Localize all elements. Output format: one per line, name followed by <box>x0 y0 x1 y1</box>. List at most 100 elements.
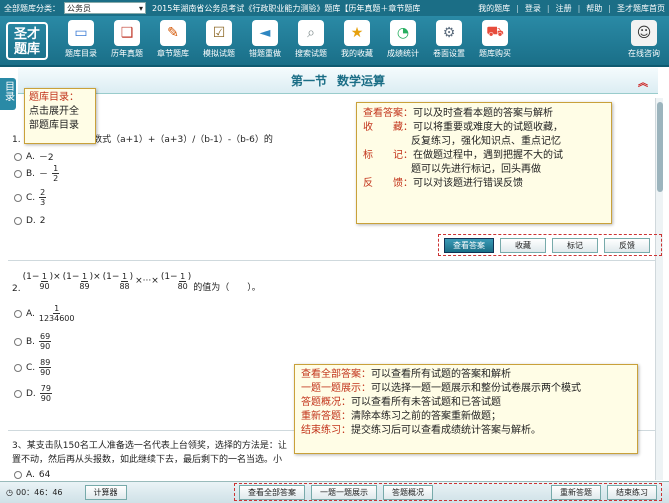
q2-term-last: (1− 1 80) <box>160 271 192 291</box>
option-letter: B. <box>26 168 36 179</box>
toolbar-item-5[interactable]: ⌕ 搜索试题 <box>288 20 334 64</box>
callout-row: 收 藏：可以将重要或难度大的试题收藏， <box>363 121 605 135</box>
q1-option-b[interactable]: B. － 12 <box>14 164 60 183</box>
toolbar-item-4[interactable]: ◄ 错题重做 <box>242 20 288 64</box>
callout-value: 可以将重要或难度大的试题收藏， <box>413 122 563 133</box>
breadcrumb: 2015年湖南省公务员考试《行政职业能力测验》题库【历年真题＋章节题库 <box>152 3 421 13</box>
q3-option-a[interactable]: A. 64 <box>14 470 50 480</box>
mark-button[interactable]: 标记 <box>552 237 598 253</box>
callout-row: 反复练习，强化知识点、重点记忆 <box>363 135 605 149</box>
separator: | <box>577 3 581 13</box>
option-fraction: 89 90 <box>39 358 52 377</box>
favorite-button[interactable]: 收藏 <box>500 237 546 253</box>
online-consult-label: 在线咨询 <box>628 49 660 58</box>
link-login[interactable]: 登录 <box>525 3 541 14</box>
callout-value: 提交练习后可以查看成绩统计答案与解析。 <box>351 425 541 436</box>
monitor-icon: ▭ <box>68 20 94 46</box>
category-select[interactable]: 公务员 ▾ <box>64 2 146 14</box>
toolbar-item-6[interactable]: ★ 我的收藏 <box>334 20 380 64</box>
radio-button[interactable] <box>14 389 22 398</box>
link-register[interactable]: 注册 <box>556 3 572 14</box>
calculator-button[interactable]: 计算器 <box>84 485 127 500</box>
option-value: 64 <box>38 470 51 480</box>
logo-line2: 题库 <box>13 42 40 57</box>
numerator: 69 <box>39 332 52 342</box>
finish-button[interactable]: 结束练习 <box>607 484 657 500</box>
redo-button[interactable]: 重新答题 <box>551 484 601 500</box>
toolbar-item-3[interactable]: ☑ 模拟试题 <box>196 20 242 64</box>
callout-value: 可以查看所有未答试题和已答试题 <box>351 397 501 408</box>
section-title-bar: 第一节 数学运算 ︽ <box>18 68 658 94</box>
q2-option-c[interactable]: C. 89 90 <box>14 358 52 377</box>
link-help[interactable]: 帮助 <box>586 3 602 14</box>
q2-option-d[interactable]: D. 79 90 <box>14 384 52 403</box>
toolbar-item-2[interactable]: ✎ 章节题库 <box>150 20 196 64</box>
denominator: 90 <box>40 368 51 377</box>
toolbar-item-7[interactable]: ◔ 成绩统计 <box>380 20 426 64</box>
q2-option-a[interactable]: A. 1 1234600 <box>14 304 75 323</box>
toolbar-item-label: 题库购买 <box>479 49 511 58</box>
section-number: 第一节 <box>290 74 327 88</box>
q2-ellipsis: ×···× <box>135 276 159 286</box>
toolbar-item-9[interactable]: ⛟ 题库购买 <box>472 20 518 64</box>
radio-button[interactable] <box>14 309 22 318</box>
callout-key: 收 藏： <box>363 122 413 133</box>
toolbar-item-0[interactable]: ▭ 题库目录 <box>58 20 104 64</box>
q1-option-d[interactable]: D. 2 <box>14 216 46 226</box>
vertical-scrollbar[interactable] <box>655 98 663 480</box>
collapse-chevron-icon[interactable]: ︽ <box>638 74 648 89</box>
callout-row: 标 记：在做题过程中，遇到把握不大的试 <box>363 149 605 163</box>
link-home[interactable]: 圣才题库首页 <box>617 3 665 14</box>
radio-button[interactable] <box>14 363 22 372</box>
toolbar-item-label: 模拟试题 <box>203 49 235 58</box>
q2-option-b[interactable]: B. 69 90 <box>14 332 52 351</box>
scrollbar-thumb[interactable] <box>657 102 663 192</box>
radio-button[interactable] <box>14 337 22 346</box>
callout-row: 反 馈：可以对该题进行错误反馈 <box>363 177 605 191</box>
question-divider <box>8 260 656 261</box>
option-sign: － <box>39 170 49 180</box>
top-bar: 全部题库分类： 公务员 ▾ 2015年湖南省公务员考试《行政职业能力测验》题库【… <box>0 0 669 16</box>
radio-button[interactable] <box>14 217 22 225</box>
denominator: 80 <box>177 281 188 291</box>
view-answer-button[interactable]: 查看答案 <box>444 237 494 253</box>
radio-button[interactable] <box>14 152 22 161</box>
option-letter: A. <box>26 308 35 319</box>
option-letter: D. <box>26 388 36 399</box>
callout-value: 可以选择一题一题展示和整份试卷展示两个模式 <box>371 383 581 394</box>
feedback-button[interactable]: 反馈 <box>604 237 650 253</box>
radio-button[interactable] <box>14 193 22 202</box>
q1-option-a[interactable]: A. －2 <box>14 150 54 163</box>
toolbar-item-label: 成绩统计 <box>387 49 419 58</box>
q1-option-c[interactable]: C. 23 <box>14 188 47 207</box>
one-by-one-button[interactable]: 一题一题展示 <box>311 484 377 500</box>
numerator: 1 <box>52 164 60 174</box>
numerator: 89 <box>39 358 52 368</box>
radio-button[interactable] <box>14 471 22 479</box>
link-my-bank[interactable]: 我的题库 <box>478 3 510 14</box>
numerator: 2 <box>39 188 47 198</box>
clock-icon: ◷ <box>6 488 13 497</box>
option-letter: B. <box>26 336 36 347</box>
callout-question-actions: 查看答案：可以及时查看本题的答案与解析收 藏：可以将重要或难度大的试题收藏， 反复… <box>356 102 612 224</box>
view-all-answers-button[interactable]: 查看全部答案 <box>239 484 305 500</box>
callout-bottom-actions: 查看全部答案：可以查看所有试题的答案和解析 一题一题展示：可以选择一题一题展示和整… <box>294 364 638 454</box>
timer-value: 00：46：46 <box>15 488 63 497</box>
callout-key: 一题一题展示： <box>301 383 371 394</box>
toolbar-item-label: 卷面设置 <box>433 49 465 58</box>
callout-key: 重新答题： <box>301 411 351 422</box>
callout-row: 答题概况：可以查看所有未答试题和已答试题 <box>301 396 631 410</box>
toolbar-item-8[interactable]: ⚙ 卷面设置 <box>426 20 472 64</box>
toolbar-item-1[interactable]: ❑ 历年真题 <box>104 20 150 64</box>
toolbar-item-label: 章节题库 <box>157 49 189 58</box>
callout-value: 清除本练习之前的答案重新做题； <box>351 411 501 422</box>
option-letter: C. <box>26 362 36 373</box>
toolbar-item-label: 历年真题 <box>111 49 143 58</box>
callout-directory-line: 部题库目录 <box>29 120 79 131</box>
separator: | <box>546 3 550 13</box>
overview-button[interactable]: 答题概况 <box>383 484 433 500</box>
radio-button[interactable] <box>14 169 22 178</box>
option-fraction: 12 <box>52 164 60 183</box>
online-consult-button[interactable]: ☺ 在线咨询 <box>624 20 664 64</box>
notebook-pen-icon: ✎ <box>160 20 186 46</box>
